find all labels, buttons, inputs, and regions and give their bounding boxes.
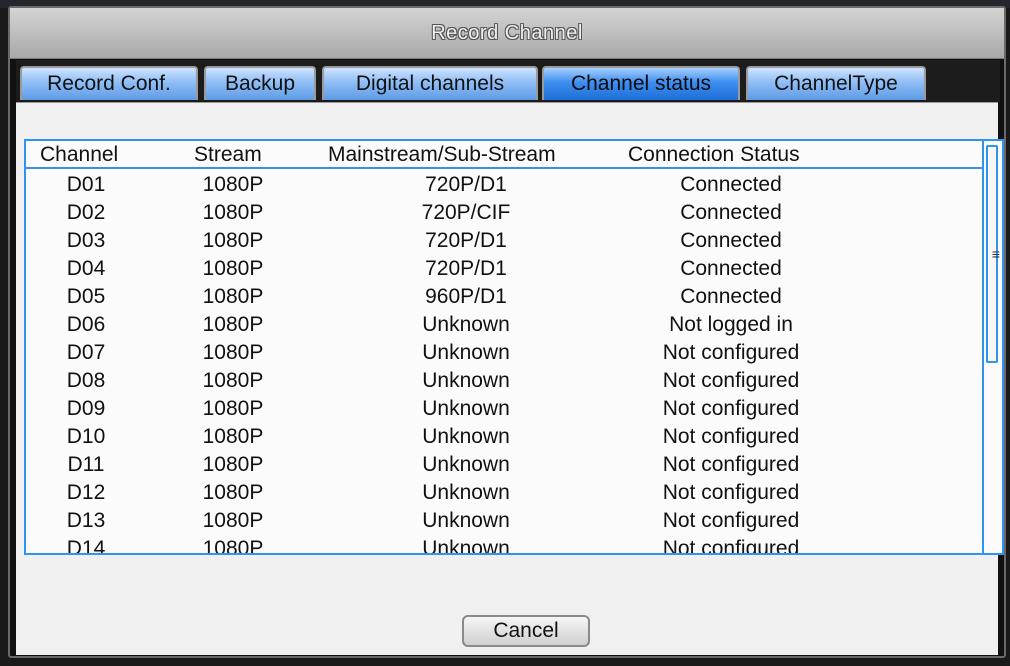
record-channel-dialog: Record Channel Record Conf. Backup Digit… — [8, 6, 1006, 658]
table-row[interactable]: D08 1080P Unknown Not configured — [26, 367, 982, 395]
table-row[interactable]: D09 1080P Unknown Not configured — [26, 395, 982, 423]
table-row[interactable]: D02 1080P 720P/CIF Connected — [26, 199, 982, 227]
stream-cell: 1080P — [202, 285, 264, 308]
stream-cell: 1080P — [202, 201, 264, 224]
table-header: Channel Stream Mainstream/Sub-Stream Con… — [26, 141, 982, 169]
column-header-mainstream-sub-stream: Mainstream/Sub-Stream — [328, 143, 556, 166]
table-row[interactable]: D10 1080P Unknown Not configured — [26, 423, 982, 451]
column-header-channel: Channel — [40, 143, 119, 166]
substream-cell: 720P/CIF — [421, 201, 511, 224]
channel-cell: D04 — [66, 257, 106, 280]
stream-cell: 1080P — [202, 173, 264, 196]
channel-cell: D06 — [66, 313, 106, 336]
substream-cell: Unknown — [422, 453, 510, 476]
substream-cell: Unknown — [422, 509, 510, 532]
tab-backup[interactable]: Backup — [204, 66, 316, 100]
substream-cell: Unknown — [422, 369, 510, 392]
stream-cell: 1080P — [202, 369, 264, 392]
channel-cell: D02 — [66, 201, 106, 224]
channel-cell: D03 — [66, 229, 106, 252]
channel-status-panel: Channel Stream Mainstream/Sub-Stream Con… — [16, 102, 1004, 655]
table-row[interactable]: D07 1080P Unknown Not configured — [26, 339, 982, 367]
column-header-connection-status: Connection Status — [628, 143, 800, 166]
cancel-button[interactable]: Cancel — [462, 615, 590, 647]
channel-cell: D01 — [66, 173, 106, 196]
substream-cell: Unknown — [422, 537, 510, 555]
substream-cell: Unknown — [422, 313, 510, 336]
channel-cell: D05 — [66, 285, 106, 308]
connection-status-cell: Not configured — [662, 537, 800, 555]
substream-cell: 720P/D1 — [425, 257, 507, 280]
table-body: D01 1080P 720P/D1 Connected D02 1080P 72… — [26, 171, 982, 553]
table-row[interactable]: D11 1080P Unknown Not configured — [26, 451, 982, 479]
table-row[interactable]: D04 1080P 720P/D1 Connected — [26, 255, 982, 283]
connection-status-cell: Not configured — [662, 509, 800, 532]
connection-status-cell: Not configured — [662, 341, 800, 364]
channel-cell: D09 — [66, 397, 106, 420]
stream-cell: 1080P — [202, 453, 264, 476]
table-row[interactable]: D12 1080P Unknown Not configured — [26, 479, 982, 507]
table-row[interactable]: D14 1080P Unknown Not configured — [26, 535, 982, 555]
channel-cell: D10 — [66, 425, 106, 448]
scrollbar-thumb[interactable]: ≡ — [986, 145, 1000, 363]
dialog-title: Record Channel — [431, 22, 583, 44]
connection-status-cell: Connected — [680, 229, 782, 252]
column-header-stream: Stream — [194, 143, 262, 166]
connection-status-cell: Not logged in — [669, 313, 793, 336]
substream-cell: 720P/D1 — [425, 229, 507, 252]
tab-channel-status[interactable]: Channel status — [542, 66, 740, 100]
connection-status-cell: Connected — [680, 257, 782, 280]
stream-cell: 1080P — [202, 257, 264, 280]
substream-cell: 960P/D1 — [425, 285, 507, 308]
connection-status-cell: Not configured — [662, 481, 800, 504]
substream-cell: Unknown — [422, 341, 510, 364]
channel-cell: D11 — [67, 453, 105, 476]
tab-channeltype[interactable]: ChannelType — [746, 66, 926, 100]
channel-cell: D14 — [66, 537, 106, 555]
tab-digital-channels[interactable]: Digital channels — [322, 66, 538, 100]
channel-cell: D08 — [66, 369, 106, 392]
substream-cell: Unknown — [422, 425, 510, 448]
connection-status-cell: Not configured — [662, 369, 800, 392]
connection-status-cell: Connected — [680, 173, 782, 196]
channel-cell: D07 — [66, 341, 106, 364]
channel-cell: D13 — [66, 509, 106, 532]
connection-status-cell: Not configured — [662, 453, 800, 476]
table-row[interactable]: D01 1080P 720P/D1 Connected — [26, 171, 982, 199]
substream-cell: Unknown — [422, 481, 510, 504]
substream-cell: 720P/D1 — [425, 173, 507, 196]
connection-status-cell: Connected — [680, 285, 782, 308]
grip-lines-icon: ≡ — [991, 246, 1001, 262]
stream-cell: 1080P — [202, 397, 264, 420]
stream-cell: 1080P — [202, 341, 264, 364]
connection-status-cell: Connected — [680, 201, 782, 224]
table-row[interactable]: D05 1080P 960P/D1 Connected — [26, 283, 982, 311]
channel-cell: D12 — [66, 481, 106, 504]
substream-cell: Unknown — [422, 397, 510, 420]
title-bar[interactable]: Record Channel — [10, 8, 1004, 59]
stream-cell: 1080P — [202, 313, 264, 336]
stream-cell: 1080P — [202, 537, 264, 555]
vertical-scrollbar[interactable]: ≡ — [982, 141, 1002, 553]
stream-cell: 1080P — [202, 509, 264, 532]
table-row[interactable]: D13 1080P Unknown Not configured — [26, 507, 982, 535]
table-row[interactable]: D06 1080P Unknown Not logged in — [26, 311, 982, 339]
table-row[interactable]: D03 1080P 720P/D1 Connected — [26, 227, 982, 255]
connection-status-cell: Not configured — [662, 425, 800, 448]
stream-cell: 1080P — [202, 229, 264, 252]
channel-status-table: Channel Stream Mainstream/Sub-Stream Con… — [24, 139, 1004, 555]
tab-bar: Record Conf. Backup Digital channels Cha… — [16, 60, 1000, 102]
stream-cell: 1080P — [202, 481, 264, 504]
tab-record-conf[interactable]: Record Conf. — [20, 66, 198, 100]
stream-cell: 1080P — [202, 425, 264, 448]
connection-status-cell: Not configured — [662, 397, 800, 420]
